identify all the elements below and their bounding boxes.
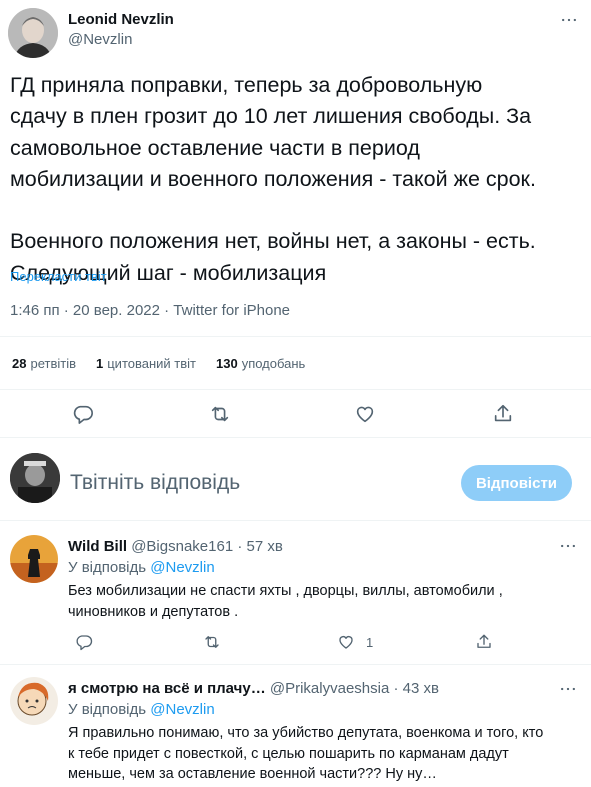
retweets-stat[interactable]: 28 ретвітів xyxy=(12,356,76,371)
reply-text: Я правильно понимаю, что за убийство деп… xyxy=(68,725,544,782)
quote-tweets-stat[interactable]: 1 цитований твіт xyxy=(96,356,196,371)
divider xyxy=(0,389,591,390)
tweet-timestamp[interactable]: 1:46 пп · 20 вер. 2022 · Twitter for iPh… xyxy=(10,302,290,319)
author-handle[interactable]: @Nevzlin xyxy=(68,31,132,48)
reply-author-name[interactable]: Wild Bill xyxy=(68,538,127,555)
reply-handle-time[interactable]: @Bigsnake161 · 57 хв xyxy=(131,538,283,555)
author-avatar[interactable] xyxy=(8,8,58,58)
share-icon[interactable] xyxy=(472,632,496,652)
share-icon[interactable] xyxy=(490,402,516,426)
more-icon[interactable] xyxy=(556,537,580,555)
like-count: 1 xyxy=(366,635,374,650)
divider xyxy=(0,437,591,438)
divider xyxy=(0,520,591,521)
tweet-text: ГД приняла поправки, теперь за доброволь… xyxy=(10,73,536,285)
reply-to-line: У відповідь @Nevzlin xyxy=(68,559,215,576)
more-icon[interactable] xyxy=(556,680,580,698)
divider xyxy=(0,336,591,337)
reply-author-name[interactable]: я смотрю на всё и плачу… xyxy=(68,680,266,697)
reply-input[interactable]: Твітніть відповідь xyxy=(70,471,240,495)
retweet-icon[interactable] xyxy=(207,402,233,426)
reply-to-link[interactable]: @Nevzlin xyxy=(150,559,214,576)
likes-stat[interactable]: 130 уподобань xyxy=(216,356,305,371)
tweet-actions xyxy=(0,400,591,428)
retweet-icon[interactable] xyxy=(200,632,224,652)
user-avatar[interactable] xyxy=(10,453,60,503)
translate-tweet-link[interactable]: Перекласти твіт xyxy=(10,269,107,284)
like-icon[interactable] xyxy=(352,402,378,426)
more-icon[interactable] xyxy=(556,10,582,30)
reply-avatar[interactable] xyxy=(10,535,58,583)
reply-to-line: У відповідь @Nevzlin xyxy=(68,701,215,718)
reply-text: Без мобилизации не спасти яхты , дворцы,… xyxy=(68,583,503,620)
divider xyxy=(0,664,591,665)
reply-header[interactable]: я смотрю на всё и плачу… @Prikalyvaeshsi… xyxy=(68,680,439,697)
reply-icon[interactable] xyxy=(72,632,96,652)
reply-handle-time[interactable]: @Prikalyvaeshsia · 43 хв xyxy=(270,680,439,697)
reply-button[interactable]: Відповісти xyxy=(461,465,572,501)
author-name[interactable]: Leonid Nevzlin xyxy=(68,11,174,28)
reply-header[interactable]: Wild Bill @Bigsnake161 · 57 хв xyxy=(68,538,283,555)
reply-icon[interactable] xyxy=(70,402,96,426)
reply-avatar[interactable] xyxy=(10,677,58,725)
reply-to-link[interactable]: @Nevzlin xyxy=(150,701,214,718)
tweet-stats: 28 ретвітів 1 цитований твіт 130 уподобань xyxy=(12,356,305,371)
like-icon[interactable] xyxy=(334,632,358,652)
